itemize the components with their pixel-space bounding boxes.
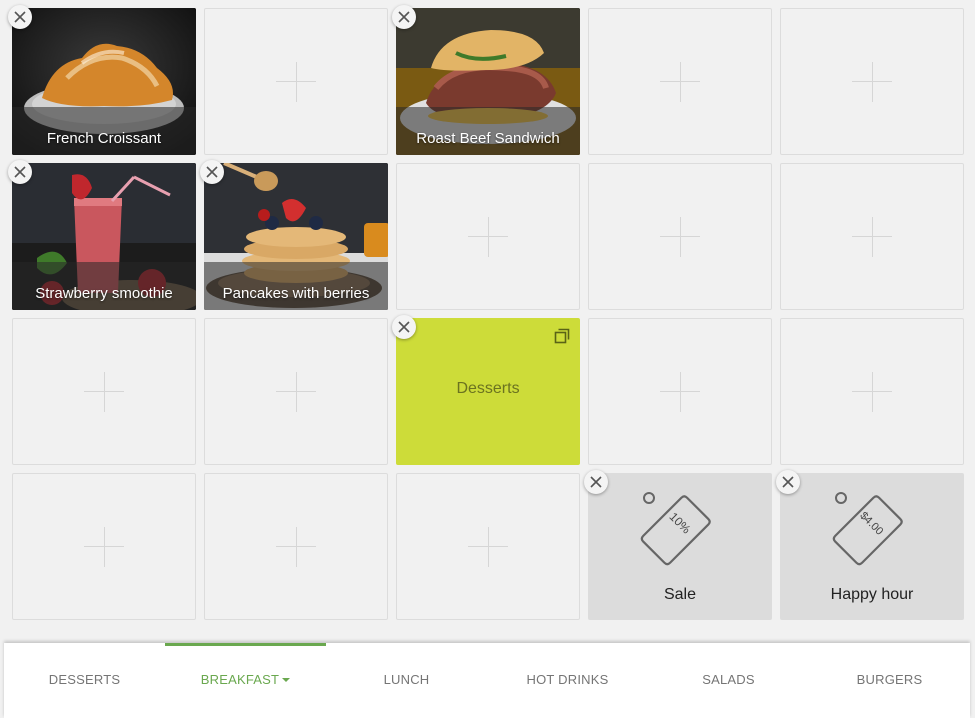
tile-label: Pancakes with berries (222, 285, 370, 302)
tab-label: SALADS (702, 672, 755, 687)
remove-button[interactable] (584, 470, 608, 494)
close-icon (14, 11, 26, 23)
plus-icon (84, 526, 124, 567)
discount-tile-sale[interactable]: 10% Sale (588, 473, 772, 620)
plus-icon (660, 61, 700, 102)
empty-slot[interactable] (204, 473, 388, 620)
empty-slot[interactable] (396, 163, 580, 310)
tab-label: LUNCH (383, 672, 430, 687)
price-tag-icon: $4.00 (832, 492, 903, 566)
remove-button[interactable] (8, 160, 32, 184)
remove-button[interactable] (392, 315, 416, 339)
item-tile-roast-beef-sandwich[interactable]: Roast Beef Sandwich (396, 8, 580, 155)
item-tile-french-croissant[interactable]: French Croissant (12, 8, 196, 155)
plus-icon (660, 371, 700, 412)
tab-label: HOT DRINKS (526, 672, 609, 687)
category-tile-desserts[interactable]: Desserts (396, 318, 580, 465)
tile-label: French Croissant (46, 130, 162, 147)
plus-icon (276, 61, 316, 102)
close-icon (782, 476, 794, 488)
close-icon (398, 321, 410, 333)
tab-hot-drinks[interactable]: HOT DRINKS (487, 643, 648, 718)
item-tile-strawberry-smoothie[interactable]: Strawberry smoothie (12, 163, 196, 310)
empty-slot[interactable] (588, 8, 772, 155)
remove-button[interactable] (392, 5, 416, 29)
tag-text: $4.00 (857, 510, 885, 538)
tab-label: BREAKFAST (200, 672, 280, 687)
copy-icon (554, 328, 570, 344)
tab-breakfast[interactable]: BREAKFAST (165, 643, 326, 718)
close-icon (206, 166, 218, 178)
empty-slot[interactable] (588, 163, 772, 310)
item-grid: French Croissant Roast Beef Sandwich Str… (0, 0, 975, 640)
close-icon (590, 476, 602, 488)
item-tile-pancakes-with-berries[interactable]: Pancakes with berries (204, 163, 388, 310)
remove-button[interactable] (776, 470, 800, 494)
tab-label: BURGERS (856, 672, 923, 687)
tab-lunch[interactable]: LUNCH (326, 643, 487, 718)
category-tabs: DESSERTS BREAKFAST LUNCH HOT DRINKS SALA… (4, 643, 970, 718)
empty-slot[interactable] (12, 318, 196, 465)
empty-slot[interactable] (204, 8, 388, 155)
remove-button[interactable] (200, 160, 224, 184)
plus-icon (852, 371, 892, 412)
tile-label: Roast Beef Sandwich (416, 130, 560, 147)
tile-label: Happy hour (830, 586, 914, 603)
close-icon (398, 11, 410, 23)
plus-icon (852, 61, 892, 102)
plus-icon (660, 216, 700, 257)
tab-label: DESSERTS (48, 672, 121, 687)
plus-icon (276, 371, 316, 412)
tab-desserts[interactable]: DESSERTS (4, 643, 165, 718)
tab-salads[interactable]: SALADS (648, 643, 809, 718)
plus-icon (468, 216, 508, 257)
remove-button[interactable] (8, 5, 32, 29)
empty-slot[interactable] (204, 318, 388, 465)
empty-slot[interactable] (780, 318, 964, 465)
empty-slot[interactable] (588, 318, 772, 465)
tile-label: Sale (663, 586, 697, 603)
dropdown-caret-icon[interactable] (282, 677, 291, 682)
empty-slot[interactable] (396, 473, 580, 620)
plus-icon (852, 216, 892, 257)
empty-slot[interactable] (780, 163, 964, 310)
close-icon (14, 166, 26, 178)
tab-burgers[interactable]: BURGERS (809, 643, 970, 718)
tile-label: Desserts (456, 380, 520, 397)
tag-text: 10% (667, 510, 694, 537)
plus-icon (468, 526, 508, 567)
empty-slot[interactable] (12, 473, 196, 620)
plus-icon (276, 526, 316, 567)
price-tag-icon: 10% (640, 492, 711, 566)
tile-label: Strawberry smoothie (35, 285, 173, 302)
discount-tile-happy-hour[interactable]: $4.00 Happy hour (780, 473, 964, 620)
empty-slot[interactable] (780, 8, 964, 155)
plus-icon (84, 371, 124, 412)
